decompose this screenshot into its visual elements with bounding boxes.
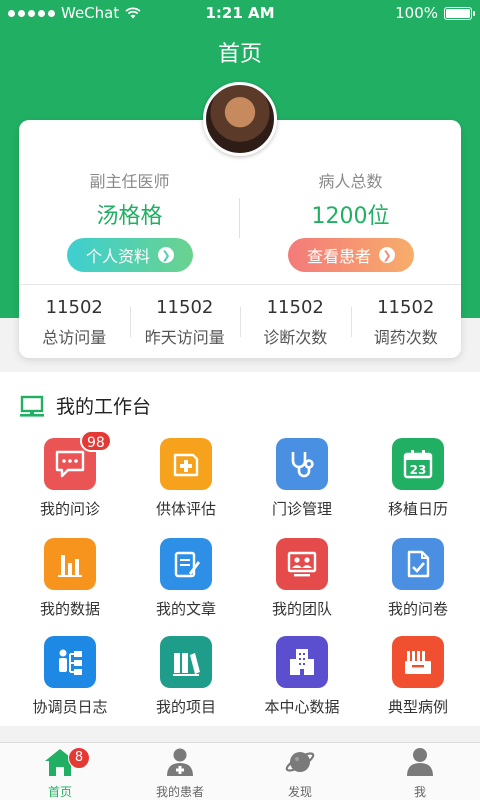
battery-info: 100% xyxy=(395,4,475,22)
tab-label: 我的患者 xyxy=(155,785,204,799)
tile-transplant-calendar[interactable]: 23 移植日历 xyxy=(358,438,478,519)
tile-label: 我的文章 xyxy=(155,600,216,618)
workbench-section: 我的工作台 98 我的问诊 供体评估 门诊管理 23 移植日历 我的数据 我的文… xyxy=(0,372,480,726)
books-icon xyxy=(160,636,212,688)
patients-icon xyxy=(167,748,193,776)
calendar-icon: 23 xyxy=(392,438,444,490)
stat-total-visits[interactable]: 11502 总访问量 xyxy=(19,285,130,358)
tile-label: 我的项目 xyxy=(155,698,216,716)
tile-my-projects[interactable]: 我的项目 xyxy=(126,636,246,717)
user-icon xyxy=(407,748,433,776)
battery-percent: 100% xyxy=(395,4,438,22)
tile-label: 供体评估 xyxy=(155,500,216,518)
status-bar: WeChat 1:21 AM 100% xyxy=(0,0,480,26)
article-icon xyxy=(160,538,212,590)
tile-label: 我的问诊 xyxy=(39,500,100,518)
medical-kit-icon xyxy=(160,438,212,490)
monitor-icon xyxy=(20,395,44,417)
tab-bar: 8 首页 我的患者 发现 我 xyxy=(0,742,480,800)
battery-icon xyxy=(444,6,475,20)
team-icon xyxy=(276,538,328,590)
stat-diagnoses[interactable]: 11502 诊断次数 xyxy=(240,285,351,358)
questionnaire-icon xyxy=(392,538,444,590)
planet-icon xyxy=(285,752,315,772)
tile-consultation[interactable]: 98 我的问诊 xyxy=(10,430,130,519)
stat-yesterday-visits[interactable]: 11502 昨天访问量 xyxy=(129,285,241,358)
tile-label: 本中心数据 xyxy=(264,698,340,716)
tile-questionnaire[interactable]: 我的问卷 xyxy=(358,538,478,619)
calendar-day: 23 xyxy=(410,463,427,477)
tab-my-patients[interactable]: 我的患者 xyxy=(120,743,240,800)
view-patients-label: 查看患者 xyxy=(306,247,371,266)
tile-my-articles[interactable]: 我的文章 xyxy=(126,538,246,619)
tile-coordinator-log[interactable]: 协调员日志 xyxy=(10,636,130,717)
stat-label: 昨天访问量 xyxy=(144,328,225,347)
chat-icon: 98 xyxy=(44,430,112,490)
chevron-right-icon: ❯ xyxy=(158,247,174,263)
org-chart-icon xyxy=(44,636,96,688)
doctor-title: 副主任医师 xyxy=(89,172,170,191)
tile-center-data[interactable]: 本中心数据 xyxy=(242,636,362,717)
stats-row: 11502 总访问量 11502 昨天访问量 11502 诊断次数 11502 … xyxy=(19,285,461,358)
doctor-name: 汤格格 xyxy=(96,204,163,229)
tile-label: 协调员日志 xyxy=(32,698,108,716)
tile-label: 门诊管理 xyxy=(271,500,332,518)
tile-label: 我的数据 xyxy=(39,600,100,618)
bar-chart-icon xyxy=(44,538,96,590)
stat-label: 调药次数 xyxy=(373,328,438,347)
case-folder-icon xyxy=(392,636,444,688)
view-patients-button[interactable]: 查看患者 ❯ xyxy=(288,238,414,272)
profile-button-label: 个人资料 xyxy=(85,247,150,266)
tile-my-data[interactable]: 我的数据 xyxy=(10,538,130,619)
building-icon xyxy=(276,636,328,688)
stat-adjustments[interactable]: 11502 调药次数 xyxy=(350,285,462,358)
tab-me[interactable]: 我 xyxy=(360,743,480,800)
patient-count-label: 病人总数 xyxy=(318,172,383,191)
stat-value: 11502 xyxy=(377,297,435,318)
tab-label: 我 xyxy=(413,785,426,799)
tile-donor-evaluation[interactable]: 供体评估 xyxy=(126,438,246,519)
tile-label: 典型病例 xyxy=(387,698,448,716)
stat-label: 诊断次数 xyxy=(263,328,328,347)
tile-my-team[interactable]: 我的团队 xyxy=(242,538,362,619)
tab-label: 首页 xyxy=(47,785,72,799)
workbench-title: 我的工作台 xyxy=(56,396,152,418)
tile-typical-cases[interactable]: 典型病例 xyxy=(358,636,478,717)
tab-discover[interactable]: 发现 xyxy=(240,743,360,800)
stethoscope-icon xyxy=(276,438,328,490)
patient-count-value: 1200位 xyxy=(311,204,390,229)
profile-button[interactable]: 个人资料 ❯ xyxy=(67,238,193,272)
workbench-header: 我的工作台 xyxy=(20,392,151,419)
tab-label: 发现 xyxy=(287,785,312,799)
tile-label: 我的问卷 xyxy=(387,600,448,618)
tile-label: 移植日历 xyxy=(387,500,448,518)
avatar[interactable] xyxy=(203,82,277,156)
unread-badge: 98 xyxy=(80,430,112,452)
stat-value: 11502 xyxy=(266,297,324,318)
stat-value: 11502 xyxy=(156,297,214,318)
home-badge: 8 xyxy=(68,747,90,769)
tile-label: 我的团队 xyxy=(271,600,332,618)
page-title: 首页 xyxy=(217,42,262,67)
stat-value: 11502 xyxy=(45,297,103,318)
tab-home[interactable]: 8 首页 xyxy=(0,743,120,800)
tile-outpatient[interactable]: 门诊管理 xyxy=(242,438,362,519)
stat-label: 总访问量 xyxy=(42,328,107,347)
chevron-right-icon: ❯ xyxy=(379,247,395,263)
